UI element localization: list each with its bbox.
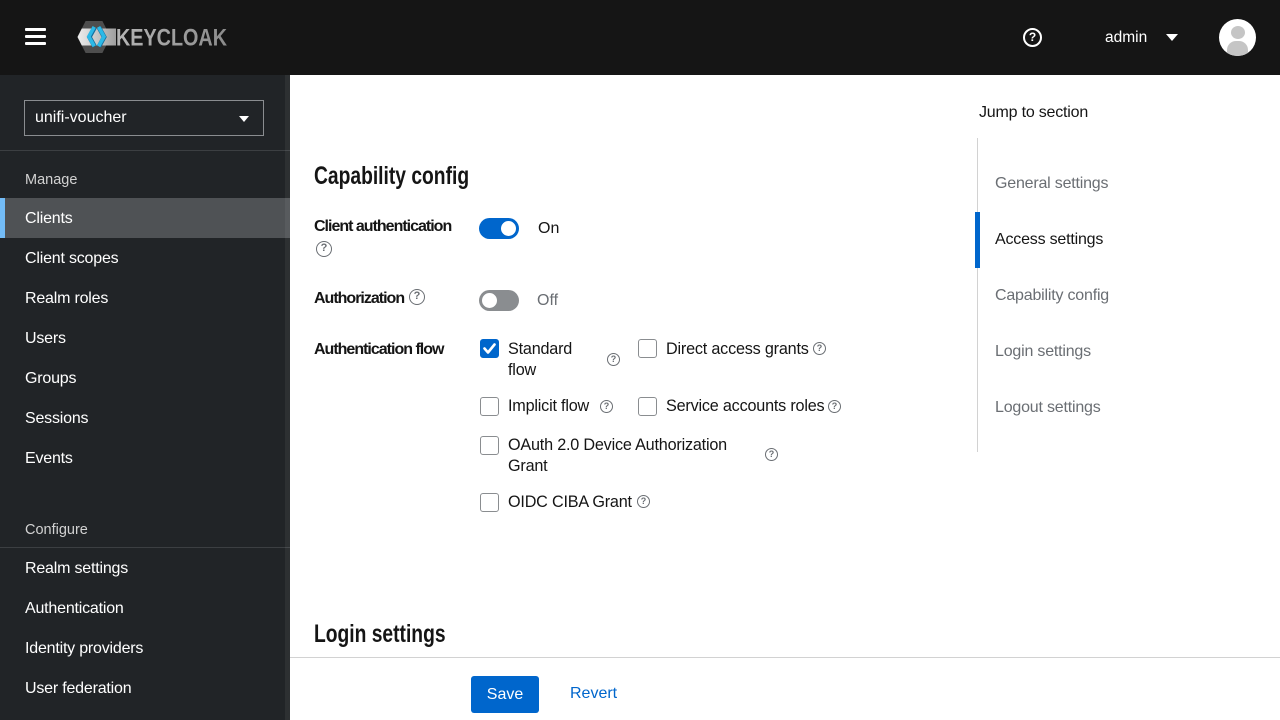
svg-text:KEYCLOAK: KEYCLOAK [116, 25, 228, 52]
